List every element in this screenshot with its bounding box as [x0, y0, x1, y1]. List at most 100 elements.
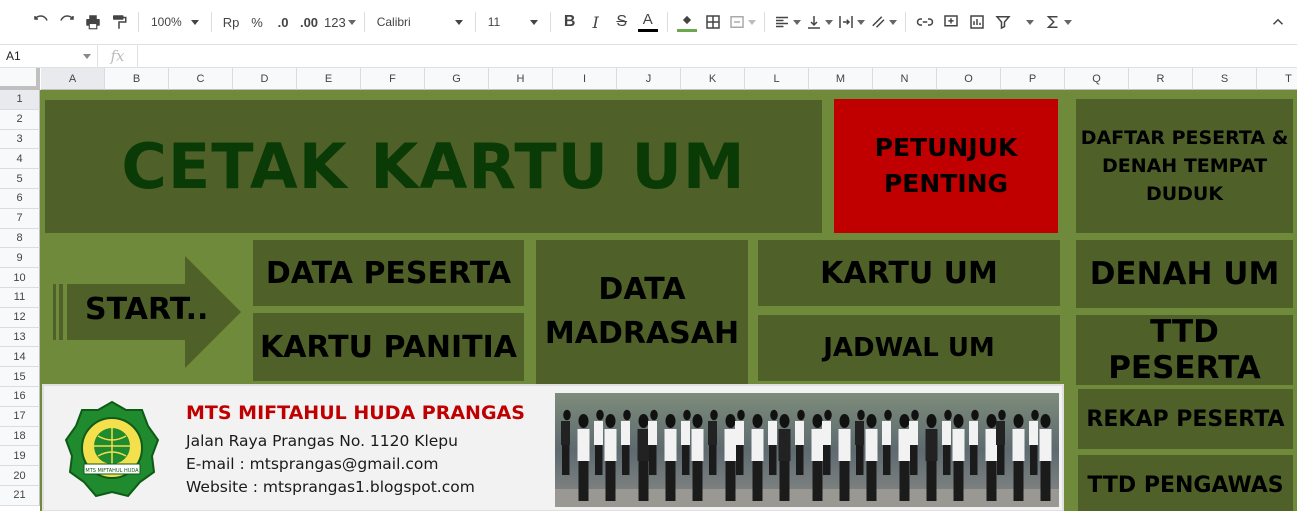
row-header[interactable]: 10: [0, 268, 40, 288]
font-family-value: Calibri: [376, 15, 411, 29]
column-header[interactable]: M: [809, 68, 873, 90]
row-header[interactable]: 11: [0, 288, 40, 308]
petunjuk-penting-button[interactable]: PETUNJUK PENTING: [834, 99, 1058, 233]
row-header[interactable]: 7: [0, 208, 40, 229]
toolbar-divider: [904, 12, 906, 32]
toolbar-divider: [666, 12, 668, 32]
chevron-down-icon: [529, 19, 538, 25]
school-logo-icon: MTS MIFTAHUL HUDA: [64, 400, 160, 498]
column-header[interactable]: K: [681, 68, 745, 90]
redo-icon[interactable]: [54, 8, 80, 36]
row-header[interactable]: 12: [0, 307, 40, 328]
column-header[interactable]: T: [1257, 68, 1297, 90]
horizontal-align-icon[interactable]: [771, 8, 803, 36]
text-color-bar: [637, 28, 658, 32]
collapse-toolbar-icon[interactable]: [1265, 8, 1291, 36]
zoom-select[interactable]: 100%: [145, 15, 205, 29]
chevron-down-icon: [747, 19, 756, 25]
font-size-select[interactable]: 11: [482, 15, 544, 29]
print-icon[interactable]: [80, 8, 106, 36]
row-header[interactable]: 3: [0, 129, 40, 150]
insert-link-icon[interactable]: [912, 8, 938, 36]
denah-um-button[interactable]: DENAH UM: [1076, 240, 1293, 308]
column-header[interactable]: N: [873, 68, 937, 90]
column-header[interactable]: C: [169, 68, 233, 90]
formula-input[interactable]: [138, 45, 1297, 67]
row-header[interactable]: 8: [0, 228, 40, 249]
row-header[interactable]: 18: [0, 426, 40, 447]
row-header[interactable]: 15: [0, 367, 40, 387]
bold-button[interactable]: B: [557, 8, 583, 36]
undo-icon[interactable]: [28, 8, 54, 36]
row-header[interactable]: 20: [0, 466, 40, 486]
insert-comment-icon[interactable]: [938, 8, 964, 36]
column-header[interactable]: G: [425, 68, 489, 90]
start-label: START..: [85, 292, 209, 327]
text-color-button[interactable]: A: [635, 8, 661, 36]
kartu-panitia-button[interactable]: KARTU PANITIA: [253, 313, 524, 381]
kartu-um-button[interactable]: KARTU UM: [758, 240, 1060, 306]
row-header[interactable]: 17: [0, 406, 40, 427]
row-header[interactable]: 16: [0, 387, 40, 407]
row-header[interactable]: 9: [0, 248, 40, 269]
row-header[interactable]: 1: [0, 90, 40, 110]
students-photo: [555, 393, 1059, 507]
column-header[interactable]: J: [617, 68, 681, 90]
column-header[interactable]: H: [489, 68, 553, 90]
column-header[interactable]: P: [1001, 68, 1065, 90]
paint-format-icon[interactable]: [106, 8, 132, 36]
decrease-decimal-button[interactable]: .0: [270, 8, 296, 36]
strikethrough-button[interactable]: S: [609, 8, 635, 36]
ttd-peserta-button[interactable]: TTD PESERTA: [1076, 314, 1293, 386]
column-header[interactable]: L: [745, 68, 809, 90]
column-header[interactable]: S: [1193, 68, 1257, 90]
column-header[interactable]: R: [1129, 68, 1193, 90]
font-size-value: 11: [487, 15, 501, 29]
toolbar-divider: [549, 12, 551, 32]
text-wrap-icon[interactable]: [835, 8, 867, 36]
row-header[interactable]: 19: [0, 446, 40, 467]
column-header[interactable]: B: [105, 68, 169, 90]
row-header[interactable]: 5: [0, 169, 40, 189]
column-header[interactable]: E: [297, 68, 361, 90]
insert-chart-icon[interactable]: [964, 8, 990, 36]
filter-icon[interactable]: [990, 8, 1016, 36]
borders-icon[interactable]: [700, 8, 726, 36]
name-box[interactable]: A1: [0, 45, 98, 67]
row-header[interactable]: 6: [0, 189, 40, 209]
column-header[interactable]: A: [41, 68, 105, 90]
increase-decimal-button[interactable]: .00: [296, 8, 322, 36]
row-header[interactable]: 21: [0, 486, 40, 506]
font-family-select[interactable]: Calibri: [371, 15, 469, 29]
vertical-align-icon[interactable]: [803, 8, 835, 36]
cell-reference: A1: [6, 49, 21, 63]
ttd-pengawas-button[interactable]: TTD PENGAWAS: [1078, 455, 1293, 511]
italic-button[interactable]: I: [583, 8, 609, 36]
select-all-corner[interactable]: [0, 68, 40, 90]
jadwal-um-button[interactable]: JADWAL UM: [758, 315, 1060, 381]
fill-color-button[interactable]: [674, 8, 700, 36]
column-header[interactable]: O: [937, 68, 1001, 90]
row-header[interactable]: 2: [0, 109, 40, 130]
chevron-down-icon: [83, 53, 91, 59]
more-formats-button[interactable]: 123: [322, 8, 358, 36]
data-madrasah-button[interactable]: DATA MADRASAH: [536, 240, 748, 384]
merge-cells-icon[interactable]: [726, 8, 758, 36]
text-rotation-icon[interactable]: [867, 8, 899, 36]
column-header[interactable]: F: [361, 68, 425, 90]
currency-format-button[interactable]: Rp: [218, 8, 244, 36]
daftar-peserta-button[interactable]: DAFTAR PESERTA & DENAH TEMPAT DUDUK: [1076, 99, 1293, 233]
text-color-glyph: A: [642, 10, 653, 28]
chevron-down-icon: [454, 19, 463, 25]
rekap-peserta-button[interactable]: REKAP PESERTA: [1078, 389, 1293, 449]
column-header[interactable]: D: [233, 68, 297, 90]
filter-views-dropdown[interactable]: [1016, 8, 1042, 36]
row-header[interactable]: 4: [0, 149, 40, 170]
functions-icon[interactable]: [1042, 8, 1074, 36]
row-header[interactable]: 13: [0, 327, 40, 348]
row-header[interactable]: 14: [0, 347, 40, 368]
data-peserta-button[interactable]: DATA PESERTA: [253, 240, 524, 306]
column-header[interactable]: I: [553, 68, 617, 90]
column-header[interactable]: Q: [1065, 68, 1129, 90]
percent-format-button[interactable]: %: [244, 8, 270, 36]
